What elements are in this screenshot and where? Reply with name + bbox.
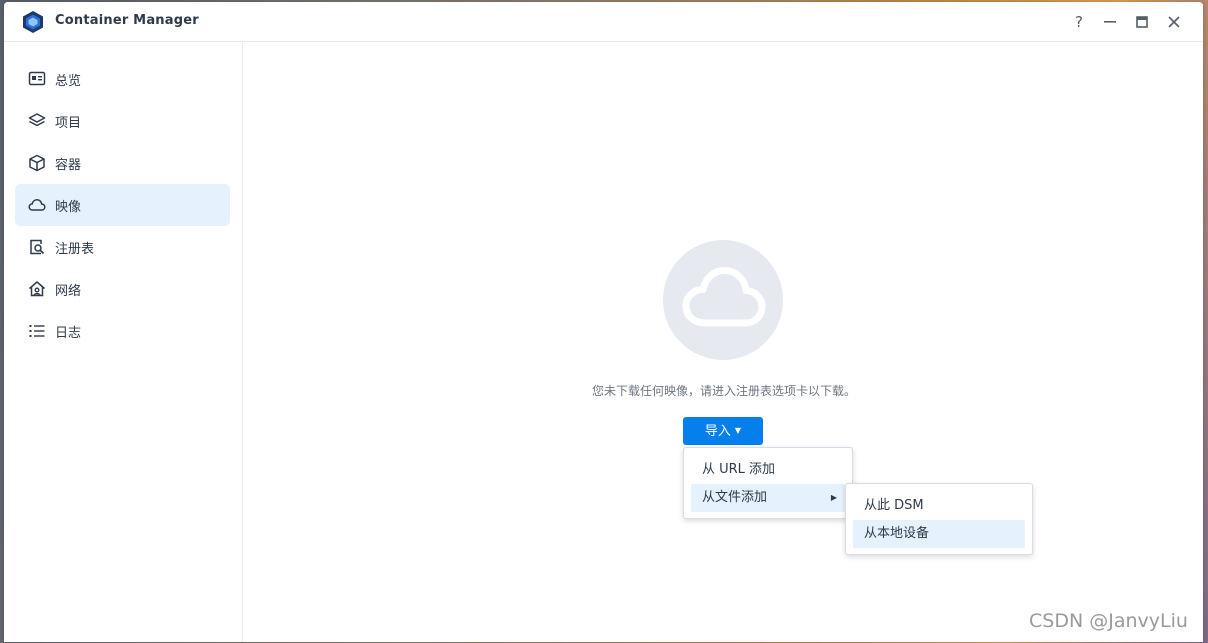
cloud-icon [682,267,766,327]
registry-search-icon [30,239,45,255]
close-button[interactable] [1164,12,1184,32]
network-home-icon [29,281,45,297]
maximize-icon [1136,16,1148,28]
sidebar-item-registry[interactable]: 注册表 [15,226,230,268]
sidebar-item-network[interactable]: 网络 [15,268,230,310]
sidebar: 总览 项目 容器 映像 注册表 网络 日志 [4,43,243,642]
sidebar-item-overview[interactable]: 总览 [15,58,230,100]
container-manager-logo-icon [23,11,43,33]
sidebar-item-label: 日志 [55,326,82,341]
menu-item-from-local-device[interactable]: 从本地设备 [853,520,1025,548]
cube-icon [29,154,45,172]
minimize-button[interactable] [1100,12,1120,32]
app-window: Container Manager ? 总览 项目 容器 映像 注册表 网络 日… [4,2,1203,642]
sidebar-item-label: 网络 [55,284,82,299]
minimize-icon [1104,21,1116,23]
import-button-label: 导入 [704,424,731,439]
watermark: CSDN @JanvyLiu [1029,610,1188,632]
caret-right-icon: ▶ [830,493,837,502]
file-submenu: 从此 DSM 从本地设备 [845,483,1033,555]
main-content: 您未下载任何映像，请进入注册表选项卡以下载。 导入 ▼ 从 URL 添加 从文件添… [244,43,1203,642]
cloud-icon [28,199,46,211]
sidebar-item-label: 总览 [55,74,82,89]
import-dropdown-menu: 从 URL 添加 从文件添加 ▶ [683,447,853,519]
sidebar-item-label: 映像 [55,200,82,215]
title-bar: Container Manager ? [4,2,1203,42]
caret-down-icon: ▼ [734,426,742,435]
menu-item-add-from-url[interactable]: 从 URL 添加 [691,456,845,484]
sidebar-item-project[interactable]: 项目 [15,100,230,142]
help-button[interactable]: ? [1069,12,1089,32]
close-icon [1168,16,1180,28]
menu-item-add-from-file[interactable]: 从文件添加 ▶ [691,484,845,512]
sidebar-item-label: 项目 [55,116,82,131]
import-button[interactable]: 导入 ▼ [683,417,763,445]
sidebar-item-container[interactable]: 容器 [15,142,230,184]
maximize-button[interactable] [1132,12,1152,32]
overview-icon [28,71,46,86]
sidebar-item-label: 注册表 [55,242,95,257]
menu-item-from-this-dsm[interactable]: 从此 DSM [853,492,1025,520]
sidebar-item-log[interactable]: 日志 [15,310,230,352]
app-title: Container Manager [55,13,199,28]
sidebar-item-label: 容器 [55,158,82,173]
empty-state-illustration [663,240,783,360]
sidebar-item-image[interactable]: 映像 [15,184,230,226]
list-icon [29,325,45,337]
layers-icon [28,113,46,127]
menu-item-label: 从文件添加 [702,490,768,505]
empty-state-message: 您未下载任何映像，请进入注册表选项卡以下载。 [591,384,856,398]
